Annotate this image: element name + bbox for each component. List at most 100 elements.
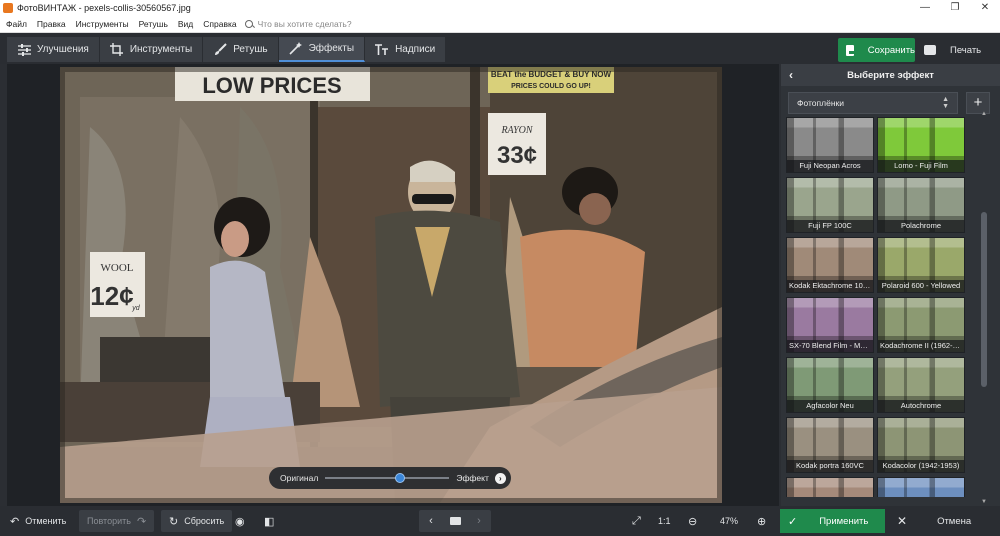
effect-name: Kodak portra 160VC xyxy=(787,460,873,472)
effects-grid: Fuji Neopan Acros Lomo - Fuji Film Fuji FP… xyxy=(786,117,967,497)
save-button[interactable]: Сохранить xyxy=(838,38,915,62)
category-select[interactable]: Фотоплёнки ▲ ▼ xyxy=(788,92,958,114)
fit-screen-icon: ⤢ xyxy=(632,514,641,527)
zoom-1to1-button[interactable]: 1:1 xyxy=(658,510,671,532)
category-row: Фотоплёнки ▲ ▼ + xyxy=(788,92,998,114)
tab-text[interactable]: Надписи xyxy=(365,37,447,62)
menu-retouch[interactable]: Ретушь xyxy=(134,19,173,29)
effect-tile[interactable]: Lomo - Fuji Film xyxy=(877,117,965,173)
save-icon xyxy=(846,44,854,56)
before-after-slider[interactable]: Оригинал Эффект › xyxy=(269,467,511,489)
effect-name: Agfacolor Neu xyxy=(787,400,873,412)
effect-tile[interactable] xyxy=(786,477,874,497)
prev-file-button[interactable]: ‹ xyxy=(419,510,443,532)
back-arrow-icon[interactable]: ‹ xyxy=(781,68,801,82)
undo-button[interactable]: ↶ Отменить xyxy=(10,510,66,532)
effect-tile[interactable]: Fuji Neopan Acros xyxy=(786,117,874,173)
chevron-updown-icon: ▲ ▼ xyxy=(942,96,949,110)
tab-retouch[interactable]: Ретушь xyxy=(203,37,279,62)
sign-budget-line2: PRICES COULD GO UP! xyxy=(511,83,591,90)
effect-name: Kodacolor (1942-1953) xyxy=(878,460,964,472)
tab-effects[interactable]: Эффекты xyxy=(278,37,366,62)
zoom-in-button[interactable]: ⊕ xyxy=(757,510,772,532)
zoom-value: 47% xyxy=(720,516,739,526)
sign-wool-price: 12¢ xyxy=(90,281,133,311)
effect-name: Lomo - Fuji Film xyxy=(878,160,964,172)
tab-label: Ретушь xyxy=(233,44,268,55)
sign-rayon-price: 33¢ xyxy=(497,142,537,169)
effect-tile[interactable]: Kodacolor (1942-1953) xyxy=(877,417,965,473)
effect-tile[interactable]: Kodak Ektachrome 100G xyxy=(786,237,874,293)
close-button[interactable]: ✕ xyxy=(970,2,1000,13)
effect-tile[interactable]: Fuji FP 100C xyxy=(786,177,874,233)
arrow-right-icon[interactable]: › xyxy=(494,472,506,484)
effect-tile[interactable]: Polachrome xyxy=(877,177,965,233)
panel-header: ‹ Выберите эффект xyxy=(781,64,1000,86)
tab-label: Инструменты xyxy=(129,44,193,55)
print-button[interactable]: Печать xyxy=(920,38,990,62)
tab-enhancements[interactable]: Улучшения xyxy=(7,37,100,62)
cancel-label: Отмена xyxy=(937,515,972,527)
preview-toggle[interactable]: ◉ xyxy=(235,510,251,532)
apply-button[interactable]: ✓ Применить xyxy=(780,509,885,533)
effect-tile[interactable]: Agfacolor Neu xyxy=(786,357,874,413)
cancel-button[interactable]: ✕ Отмена xyxy=(890,509,995,533)
zoom-level: 47% xyxy=(720,510,738,532)
crop-icon xyxy=(110,43,124,57)
photo-preview[interactable]: LOW PRICES BEAT the BUDGET & BUY NOW PRI… xyxy=(60,67,722,503)
original-label: Оригинал xyxy=(280,473,319,483)
apply-label: Применить xyxy=(819,515,869,527)
split-view-icon: ◧ xyxy=(264,515,275,528)
title-bar: ФотоВИНТАЖ - pexels-collis-30560567.jpg … xyxy=(0,0,1000,15)
effect-tile[interactable]: Polaroid 600 - Yellowed xyxy=(877,237,965,293)
effect-tile[interactable]: Kodachrome II (1962-1... xyxy=(877,297,965,353)
menu-tools[interactable]: Инструменты xyxy=(71,19,134,29)
open-folder-button[interactable] xyxy=(443,510,467,532)
redo-icon: ↷ xyxy=(136,515,147,528)
reset-button[interactable]: ↻ Сбросить xyxy=(161,510,233,532)
compare-view-button[interactable]: ◧ xyxy=(264,510,280,532)
sign-wool: WOOL xyxy=(101,262,134,274)
scrollbar-thumb[interactable] xyxy=(981,212,987,387)
maximize-button[interactable]: ❐ xyxy=(940,2,970,13)
minus-circle-icon: ⊖ xyxy=(688,515,698,528)
search-icon[interactable] xyxy=(244,19,253,28)
effect-name: Autochrome xyxy=(878,400,964,412)
reset-icon: ↻ xyxy=(169,515,179,528)
printer-icon xyxy=(924,45,936,55)
sign-rayon: RAYON xyxy=(500,125,533,136)
menu-edit[interactable]: Правка xyxy=(32,19,71,29)
bottom-bar: ↶ Отменить Повторить ↷ ↻ Сбросить ◉ ◧ ‹ … xyxy=(0,506,1000,536)
effect-tile[interactable] xyxy=(877,477,965,497)
redo-label: Повторить xyxy=(87,516,131,526)
zoom-out-button[interactable]: ⊖ xyxy=(688,510,703,532)
compare-track[interactable] xyxy=(325,473,450,483)
text-icon xyxy=(375,43,389,57)
brush-icon xyxy=(213,43,227,57)
scroll-down-icon[interactable]: ▼ xyxy=(980,499,988,505)
effect-thumbnail xyxy=(787,478,873,497)
menu-view[interactable]: Вид xyxy=(173,19,198,29)
sign-low-prices: LOW PRICES xyxy=(202,73,341,98)
window-title: ФотоВИНТАЖ - pexels-collis-30560567.jpg xyxy=(17,2,191,13)
next-file-button[interactable]: › xyxy=(467,510,491,532)
file-navigation: ‹ › xyxy=(419,510,491,532)
menu-file[interactable]: Файл xyxy=(0,19,32,29)
effect-name: Kodak Ektachrome 100G xyxy=(787,280,873,292)
compare-knob[interactable] xyxy=(394,473,405,483)
panel-scrollbar[interactable]: ▲ ▼ xyxy=(980,111,988,505)
print-label: Печать xyxy=(950,44,982,56)
effect-tile[interactable]: Kodak portra 160VC xyxy=(786,417,874,473)
effect-tile[interactable]: SX-70 Blend Film - Mag... xyxy=(786,297,874,353)
fit-screen-button[interactable]: ⤢ xyxy=(632,510,647,532)
effect-tile[interactable]: Autochrome xyxy=(877,357,965,413)
category-value: Фотоплёнки xyxy=(797,98,844,108)
scroll-up-icon[interactable]: ▲ xyxy=(980,111,988,117)
tab-tools[interactable]: Инструменты xyxy=(99,37,204,62)
search-input[interactable]: Что вы хотите сделать? xyxy=(253,19,352,29)
sliders-icon xyxy=(17,43,31,57)
menu-help[interactable]: Справка xyxy=(198,19,241,29)
redo-button[interactable]: Повторить ↷ xyxy=(79,510,155,532)
minimize-button[interactable]: — xyxy=(910,2,940,13)
effect-name: SX-70 Blend Film - Mag... xyxy=(787,340,873,352)
